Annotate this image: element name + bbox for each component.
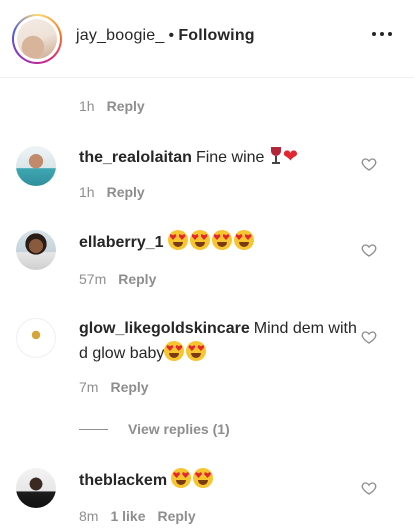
comment-body: Fine wine ❤ bbox=[195, 146, 298, 166]
comment-time[interactable]: 1h bbox=[79, 184, 95, 200]
heart-eyes-emoji bbox=[193, 468, 214, 488]
like-heart-icon[interactable] bbox=[361, 329, 377, 345]
replies-divider-line bbox=[79, 428, 108, 430]
comment-time[interactable]: 7m bbox=[79, 379, 98, 395]
like-heart-icon[interactable] bbox=[361, 242, 377, 258]
comment-time[interactable]: 8m bbox=[79, 508, 98, 524]
heart-eyes-emoji bbox=[233, 230, 254, 250]
reply-button[interactable]: Reply bbox=[107, 184, 145, 200]
heart-eyes-emoji bbox=[171, 468, 192, 488]
reply-button[interactable]: Reply bbox=[110, 379, 148, 395]
header-separator: • bbox=[168, 27, 175, 44]
comment-meta: 1h Reply bbox=[79, 184, 145, 200]
heart-eyes-emoji bbox=[186, 341, 207, 361]
like-heart-icon[interactable] bbox=[361, 480, 377, 496]
comment-text: glow_likegoldskincare Mind dem with d glo… bbox=[79, 317, 361, 366]
wine-emoji bbox=[269, 147, 283, 165]
comment-meta: 8m 1 like Reply bbox=[79, 508, 196, 524]
view-replies-label: View replies (1) bbox=[128, 421, 230, 437]
comment-username[interactable]: theblackem bbox=[79, 472, 167, 489]
comment-text: ellaberry_1 bbox=[79, 230, 361, 255]
profile-picture bbox=[17, 19, 57, 59]
heart-eyes-emoji bbox=[211, 230, 232, 250]
comment-meta: 57m Reply bbox=[79, 271, 156, 287]
comment-meta: 1h Reply bbox=[79, 98, 145, 114]
comment-meta: 7m Reply bbox=[79, 379, 149, 395]
header-username[interactable]: jay_boogie_ bbox=[76, 27, 165, 44]
heart-emoji: ❤ bbox=[282, 146, 298, 166]
comment-text: theblackem bbox=[79, 468, 361, 493]
story-avatar[interactable] bbox=[12, 14, 62, 64]
heart-eyes-emoji bbox=[164, 341, 185, 361]
like-heart-icon[interactable] bbox=[361, 156, 377, 172]
heart-eyes-emoji bbox=[189, 230, 210, 250]
view-replies-button[interactable]: View replies (1) bbox=[79, 421, 230, 437]
comment-body bbox=[171, 468, 215, 489]
comment-time[interactable]: 1h bbox=[79, 98, 95, 114]
comment-username[interactable]: the_realolaitan bbox=[79, 149, 192, 166]
reply-button[interactable]: Reply bbox=[107, 98, 145, 114]
commenter-avatar[interactable] bbox=[16, 146, 56, 186]
more-options-icon[interactable] bbox=[372, 28, 392, 40]
commenter-avatar[interactable] bbox=[16, 468, 56, 508]
commenter-avatar[interactable] bbox=[16, 230, 56, 270]
commenter-avatar[interactable] bbox=[16, 318, 56, 358]
reply-button[interactable]: Reply bbox=[118, 271, 156, 287]
comment-time[interactable]: 57m bbox=[79, 271, 106, 287]
post-header: jay_boogie_ • Following bbox=[0, 0, 414, 78]
header-user-line: jay_boogie_ • Following bbox=[76, 27, 255, 45]
following-button[interactable]: Following bbox=[178, 27, 254, 44]
heart-eyes-emoji bbox=[167, 230, 188, 250]
comment-body bbox=[167, 230, 256, 251]
comment-text: the_realolaitan Fine wine ❤ bbox=[79, 144, 361, 170]
comment-username[interactable]: ellaberry_1 bbox=[79, 234, 164, 251]
likes-count[interactable]: 1 like bbox=[110, 508, 145, 524]
reply-button[interactable]: Reply bbox=[157, 508, 195, 524]
comment-username[interactable]: glow_likegoldskincare bbox=[79, 320, 250, 337]
